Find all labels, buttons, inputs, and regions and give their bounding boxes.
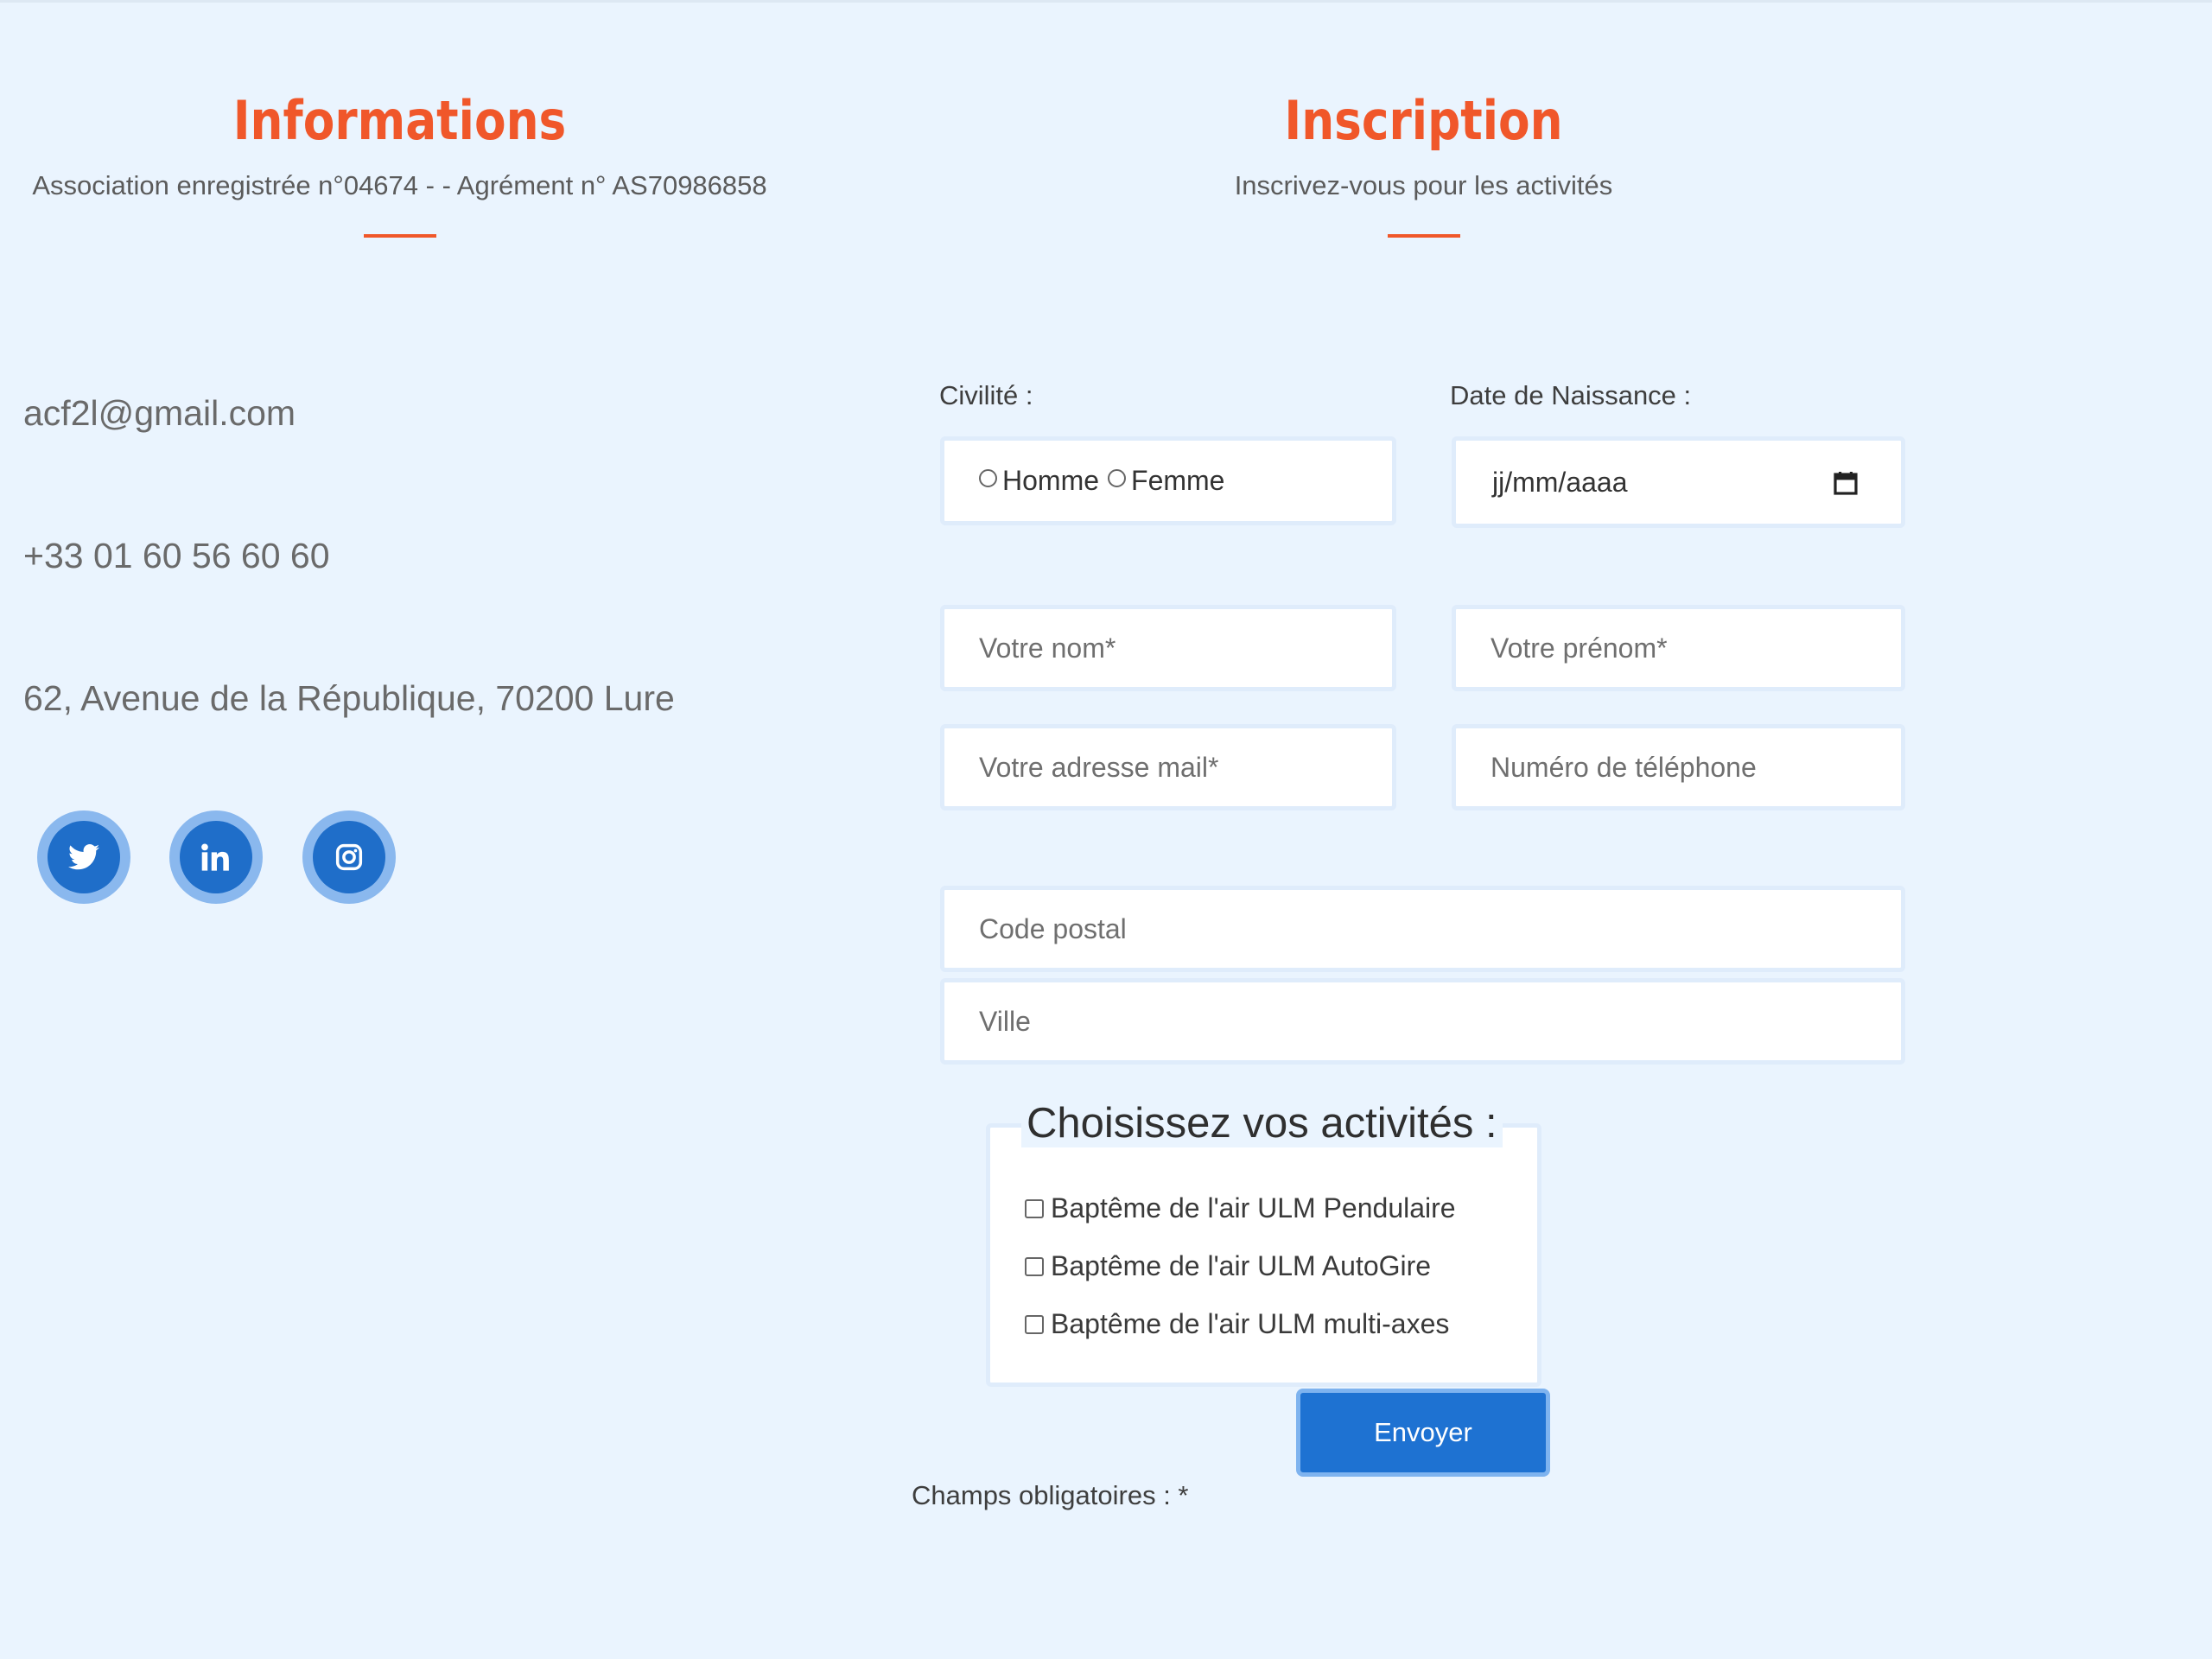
twitter-icon bbox=[48, 821, 120, 893]
date-naissance-placeholder: jj/mm/aaaa bbox=[1492, 466, 1628, 498]
inscription-title: Inscription bbox=[1284, 89, 1563, 152]
top-border bbox=[0, 0, 2212, 3]
activities-legend: Choisissez vos activités : bbox=[1021, 1099, 1503, 1147]
nom-input[interactable]: Votre nom* bbox=[940, 605, 1396, 691]
civilite-label: Civilité : bbox=[939, 380, 1033, 410]
required-fields-note: Champs obligatoires : * bbox=[912, 1480, 1189, 1510]
twitter-button[interactable] bbox=[37, 810, 130, 904]
code-postal-input[interactable]: Code postal bbox=[940, 886, 1905, 972]
instagram-button[interactable] bbox=[302, 810, 396, 904]
femme-label[interactable]: Femme bbox=[1131, 465, 1224, 497]
calendar-icon[interactable] bbox=[1834, 470, 1858, 495]
activity-label[interactable]: Baptême de l'air ULM AutoGire bbox=[1051, 1250, 1431, 1282]
email-input[interactable]: Votre adresse mail* bbox=[940, 724, 1396, 810]
informations-header: Informations Association enregistrée n°0… bbox=[0, 91, 799, 238]
prenom-input[interactable]: Votre prénom* bbox=[1452, 605, 1905, 691]
activity-checkbox[interactable] bbox=[1025, 1198, 1044, 1218]
activity-option[interactable]: Baptême de l'air ULM Pendulaire bbox=[1025, 1192, 1456, 1224]
inscription-subtitle: Inscrivez-vous pour les activités bbox=[1234, 170, 1613, 200]
instagram-icon bbox=[313, 821, 385, 893]
contact-address: 62, Avenue de la République, 70200 Lure bbox=[23, 678, 675, 718]
date-naissance-input[interactable]: jj/mm/aaaa bbox=[1452, 436, 1905, 528]
ville-input[interactable]: Ville bbox=[940, 978, 1905, 1065]
linkedin-button[interactable] bbox=[169, 810, 263, 904]
envoyer-button[interactable]: Envoyer bbox=[1296, 1389, 1550, 1477]
telephone-input[interactable]: Numéro de téléphone bbox=[1452, 724, 1905, 810]
informations-divider bbox=[363, 234, 436, 238]
contact-email[interactable]: acf2l@gmail.com bbox=[23, 393, 296, 434]
activity-checkbox[interactable] bbox=[1025, 1256, 1044, 1276]
inscription-divider bbox=[1387, 234, 1460, 238]
homme-label[interactable]: Homme bbox=[1002, 465, 1099, 497]
informations-title: Informations bbox=[232, 89, 567, 152]
linkedin-icon bbox=[180, 821, 252, 893]
date-naissance-label: Date de Naissance : bbox=[1450, 380, 1692, 410]
civilite-radio-group: Homme Femme bbox=[940, 436, 1396, 525]
contact-phone[interactable]: +33 01 60 56 60 60 bbox=[23, 536, 330, 576]
inscription-header: Inscription Inscrivez-vous pour les acti… bbox=[1141, 91, 1707, 238]
activity-label[interactable]: Baptême de l'air ULM Pendulaire bbox=[1051, 1192, 1456, 1224]
activity-checkbox[interactable] bbox=[1025, 1314, 1044, 1334]
homme-radio[interactable] bbox=[979, 469, 997, 487]
activity-option[interactable]: Baptême de l'air ULM multi-axes bbox=[1025, 1308, 1449, 1340]
activity-option[interactable]: Baptême de l'air ULM AutoGire bbox=[1025, 1250, 1431, 1282]
femme-radio[interactable] bbox=[1108, 469, 1127, 487]
informations-subtitle: Association enregistrée n°04674 - - Agré… bbox=[32, 170, 767, 200]
activity-label[interactable]: Baptême de l'air ULM multi-axes bbox=[1051, 1308, 1449, 1340]
